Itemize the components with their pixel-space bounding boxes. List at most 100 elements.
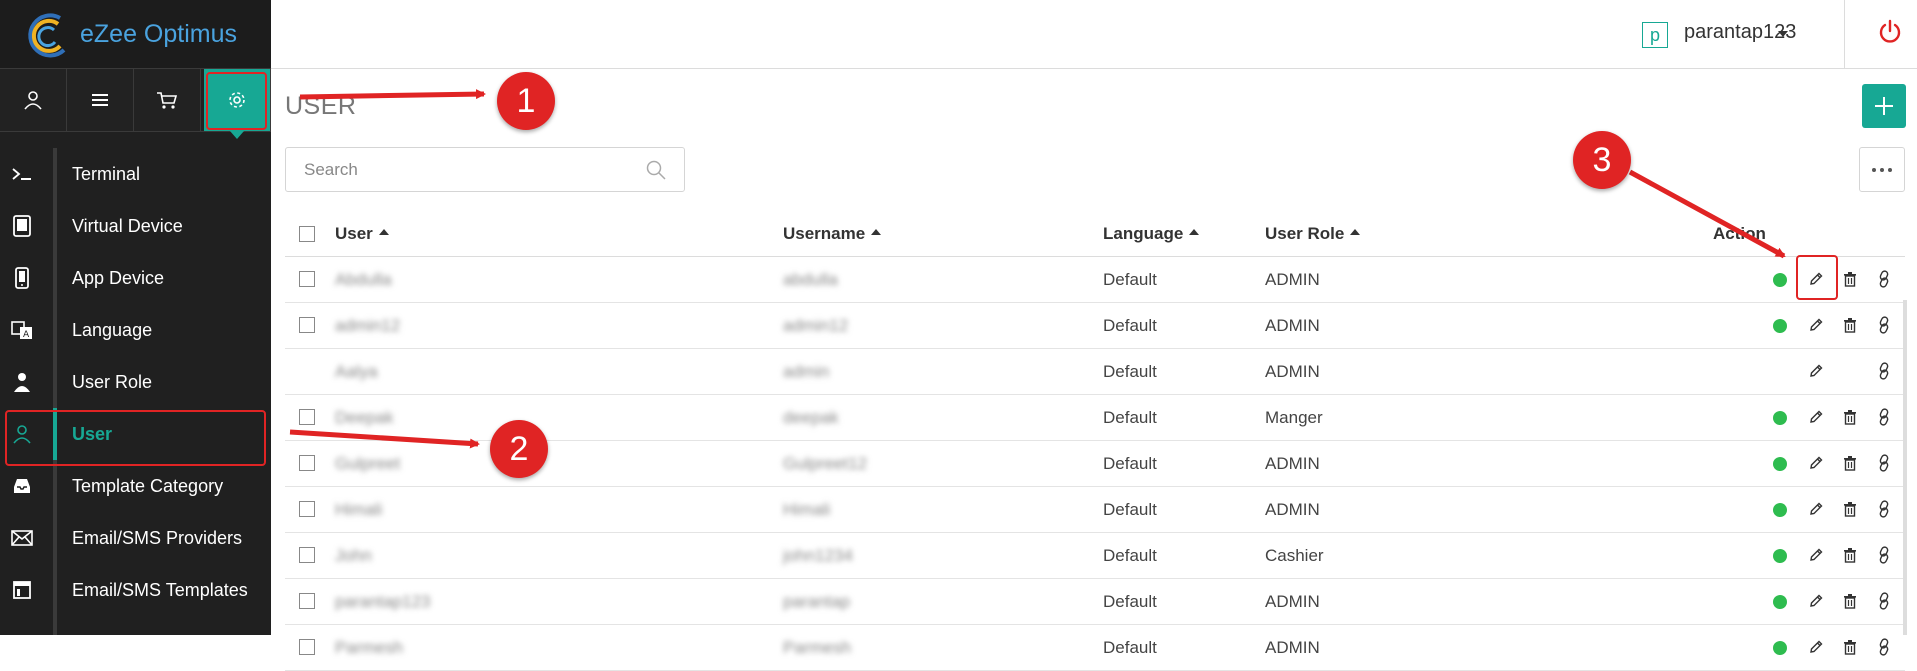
cell-user: John	[335, 546, 372, 565]
row-checkbox[interactable]	[299, 501, 315, 517]
sidebar-item-virtual-device[interactable]: Virtual Device	[0, 200, 271, 252]
search-field[interactable]	[285, 147, 685, 192]
row-checkbox[interactable]	[299, 409, 315, 425]
sidebar-item-app-device[interactable]: App Device	[0, 252, 271, 304]
power-icon[interactable]	[1876, 18, 1904, 46]
table-row[interactable]: Abdulla abdulla Default ADMIN	[285, 257, 1905, 303]
link-icon[interactable]	[1873, 498, 1895, 520]
person-icon	[10, 370, 34, 394]
column-header-role[interactable]: User Role	[1265, 224, 1361, 244]
cell-username: deepak	[783, 408, 839, 427]
search-input[interactable]	[302, 156, 636, 184]
annotation-badge-2: 2	[490, 420, 548, 478]
sort-asc-icon	[871, 228, 882, 235]
sidebar-item-template-category[interactable]: Template Category	[0, 460, 271, 512]
user-icon	[24, 91, 42, 110]
module-list-button[interactable]	[67, 69, 134, 131]
cell-user: Abdulla	[335, 270, 392, 289]
delete-icon[interactable]	[1839, 314, 1861, 336]
add-user-button[interactable]	[1862, 84, 1906, 128]
table-header: User Username Language User Role Action	[285, 212, 1905, 257]
sidebar-item-language[interactable]: A Language	[0, 304, 271, 356]
cell-username: admin	[783, 362, 830, 381]
table-row[interactable]: parantap123 parantap Default ADMIN	[285, 579, 1905, 625]
edit-icon[interactable]	[1805, 452, 1827, 474]
sidebar-item-email-sms-providers[interactable]: Email/SMS Providers	[0, 512, 271, 564]
search-icon[interactable]	[646, 160, 666, 180]
topbar: p parantap123	[271, 0, 1917, 69]
link-icon[interactable]	[1873, 544, 1895, 566]
active-status-dot	[1773, 319, 1787, 333]
topbar-divider	[1844, 0, 1845, 68]
link-icon[interactable]	[1873, 314, 1895, 336]
link-icon[interactable]	[1873, 452, 1895, 474]
more-options-button[interactable]	[1859, 147, 1905, 192]
cart-icon	[157, 92, 178, 109]
delete-icon[interactable]	[1839, 406, 1861, 428]
scrollbar[interactable]	[1903, 300, 1907, 635]
edit-icon[interactable]	[1805, 314, 1827, 336]
delete-icon[interactable]	[1839, 590, 1861, 612]
sidebar-item-user-role[interactable]: User Role	[0, 356, 271, 408]
delete-icon[interactable]	[1839, 268, 1861, 290]
sidebar-item-terminal[interactable]: Terminal	[0, 148, 271, 200]
sidebar-item-email-sms-templates[interactable]: Email/SMS Templates	[0, 564, 271, 616]
edit-icon[interactable]	[1805, 590, 1827, 612]
table-row[interactable]: admin12 admin12 Default ADMIN	[285, 303, 1905, 349]
column-header-language[interactable]: Language	[1103, 224, 1200, 244]
table-row[interactable]: Parmesh Parmesh Default ADMIN	[285, 625, 1905, 671]
list-icon	[92, 94, 108, 106]
plus-icon	[1875, 97, 1893, 115]
page-title: USER	[285, 92, 357, 120]
row-checkbox[interactable]	[299, 317, 315, 333]
logo[interactable]: eZee Optimus	[0, 0, 271, 68]
delete-icon[interactable]	[1839, 544, 1861, 566]
edit-icon[interactable]	[1805, 498, 1827, 520]
link-icon[interactable]	[1873, 268, 1895, 290]
row-checkbox[interactable]	[299, 639, 315, 655]
sidebar-item-label: App Device	[72, 268, 165, 288]
link-icon[interactable]	[1873, 360, 1895, 382]
template-icon	[10, 578, 34, 602]
sort-asc-icon	[378, 228, 389, 235]
user-avatar[interactable]: p	[1642, 22, 1668, 48]
module-cart-button[interactable]	[134, 69, 201, 131]
link-icon[interactable]	[1873, 636, 1895, 658]
cell-language: Default	[1103, 408, 1157, 427]
delete-icon[interactable]	[1839, 498, 1861, 520]
edit-icon[interactable]	[1805, 406, 1827, 428]
ellipsis-dot	[1880, 167, 1884, 172]
table-row[interactable]: Himali Himali Default ADMIN	[285, 487, 1905, 533]
row-checkbox[interactable]	[299, 455, 315, 471]
sidebar-item-label: Virtual Device	[72, 216, 183, 236]
cell-language: Default	[1103, 454, 1157, 473]
caret-down-icon[interactable]	[1778, 31, 1788, 37]
column-label: Username	[783, 224, 866, 243]
svg-text:A: A	[23, 330, 30, 340]
sidebar-item-label: Email/SMS Providers	[72, 528, 243, 548]
edit-icon[interactable]	[1805, 636, 1827, 658]
link-icon[interactable]	[1873, 406, 1895, 428]
column-header-username[interactable]: Username	[783, 224, 882, 244]
row-checkbox[interactable]	[299, 547, 315, 563]
cell-username: parantap	[783, 592, 851, 611]
table-row[interactable]: John john1234 Default Cashier	[285, 533, 1905, 579]
module-user-button[interactable]	[0, 69, 67, 131]
edit-icon[interactable]	[1805, 544, 1827, 566]
table-row[interactable]: Aalya admin Default ADMIN	[285, 349, 1905, 395]
cell-username: Gulpreet12	[783, 454, 868, 473]
column-header-user[interactable]: User	[335, 224, 389, 244]
delete-icon[interactable]	[1839, 452, 1861, 474]
cell-role: ADMIN	[1265, 316, 1320, 335]
link-icon[interactable]	[1873, 590, 1895, 612]
row-checkbox[interactable]	[299, 593, 315, 609]
edit-icon[interactable]	[1805, 360, 1827, 382]
cell-role: ADMIN	[1265, 638, 1320, 657]
logo-mark-icon	[28, 13, 66, 58]
column-label: Language	[1103, 224, 1184, 243]
row-checkbox[interactable]	[299, 271, 315, 287]
select-all-checkbox[interactable]	[299, 226, 315, 242]
delete-icon[interactable]	[1839, 636, 1861, 658]
active-status-dot	[1773, 411, 1787, 425]
cell-user: admin12	[335, 316, 401, 335]
